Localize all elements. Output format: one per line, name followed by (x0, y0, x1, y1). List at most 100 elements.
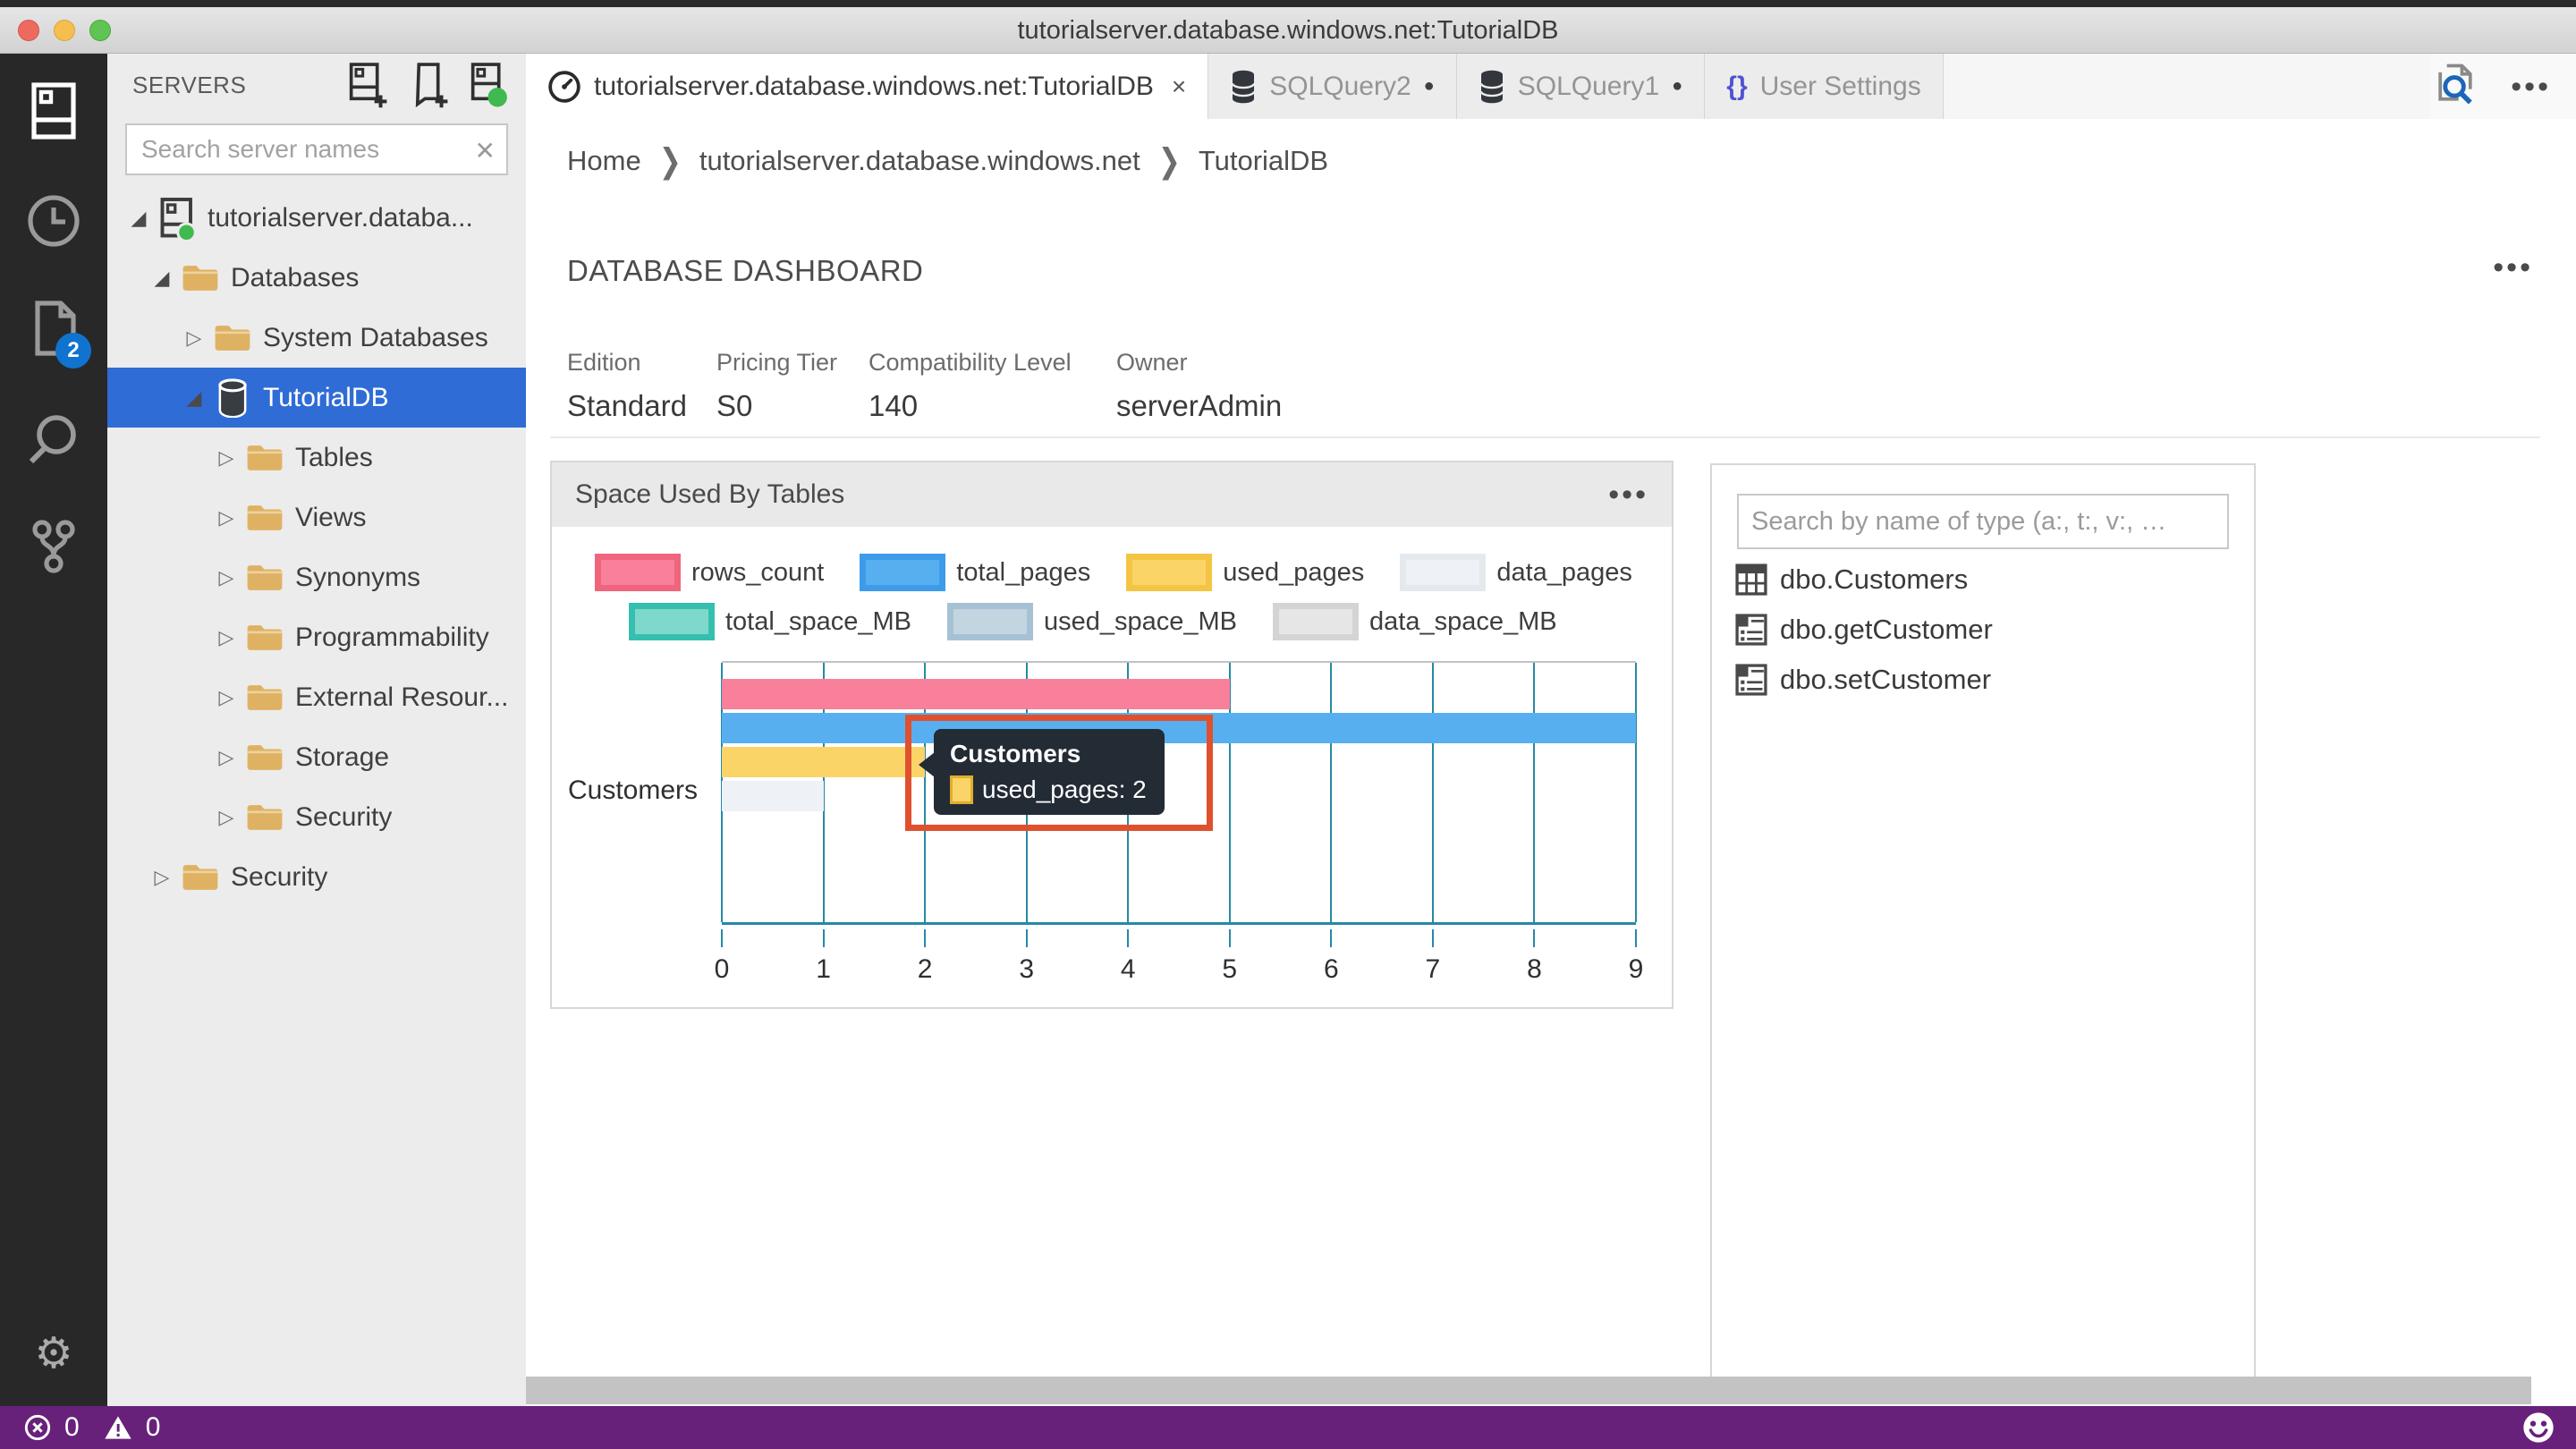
open-editors-icon[interactable]: 2 (0, 299, 107, 358)
tab-label: User Settings (1760, 72, 1921, 102)
tree-item-label: TutorialDB (263, 383, 389, 413)
expand-arrow-icon[interactable]: ▷ (211, 506, 242, 530)
object-search-panel: dbo.Customers dbo.getCustomer dbo.setCusto… (1710, 463, 2256, 1383)
unsaved-changes-dot-icon[interactable]: ● (1672, 76, 1682, 97)
tab-sqlquery1[interactable]: SQLQuery1● (1457, 54, 1706, 119)
tab-label: tutorialserver.database.windows.net:Tuto… (594, 72, 1154, 102)
tab-sqlquery2[interactable]: SQLQuery2● (1208, 54, 1457, 119)
close-tab-icon[interactable]: × (1172, 72, 1186, 101)
tab-bar: tutorialserver.database.windows.net:Tuto… (526, 54, 2576, 119)
breadcrumb-server[interactable]: tutorialserver.database.windows.net (699, 145, 1140, 177)
tree-item-tutorialserver-databa[interactable]: ◢ tutorialserver.databa... (107, 188, 526, 248)
tree-item-security[interactable]: ▷Security (107, 787, 526, 847)
expand-arrow-icon[interactable]: ▷ (179, 326, 209, 350)
clear-search-icon[interactable]: ✕ (475, 136, 496, 165)
folder-icon (181, 258, 220, 298)
feedback-smiley-icon[interactable] (2521, 1410, 2576, 1445)
bar-total_pages (722, 713, 1636, 743)
x-axis-label: 9 (1629, 954, 1644, 985)
settings-gear-icon[interactable]: ⚙ (0, 1333, 107, 1376)
folder-icon (213, 318, 252, 358)
connections-icon[interactable] (0, 80, 107, 141)
tree-item-system-databases[interactable]: ▷System Databases (107, 308, 526, 368)
tree-item-label: Databases (231, 263, 359, 293)
task-history-icon[interactable] (0, 193, 107, 249)
expand-arrow-icon[interactable]: ▷ (211, 806, 242, 829)
dashboard-gauge-icon (547, 70, 581, 104)
tree-item-synonyms[interactable]: ▷Synonyms (107, 547, 526, 607)
tab-user-settings[interactable]: {}User Settings (1705, 54, 1943, 119)
server-search-input[interactable] (125, 123, 508, 175)
tree-item-tables[interactable]: ▷ Tables (107, 428, 526, 487)
tooltip-value: used_pages: 2 (982, 775, 1147, 804)
x-axis-tick (721, 929, 723, 947)
server-search: ✕ (125, 123, 508, 175)
tree-item-storage[interactable]: ▷Storage (107, 727, 526, 787)
horizontal-scrollbar[interactable] (526, 1377, 2531, 1404)
expand-arrow-icon[interactable]: ▷ (211, 446, 242, 470)
x-axis-tick (1432, 929, 1434, 947)
object-item-dbo-customers[interactable]: dbo.Customers (1735, 555, 2254, 605)
expand-arrow-icon[interactable]: ▷ (211, 626, 242, 649)
new-connection-icon[interactable] (347, 62, 388, 108)
folder-icon (181, 858, 220, 897)
server-tree: ◢ tutorialserver.databa... ◢ Databases ▷Syst… (107, 188, 526, 907)
object-search-input[interactable] (1737, 494, 2229, 549)
tooltip-row: used_pages: 2 (950, 775, 1148, 804)
legend-swatch (629, 603, 715, 640)
legend-label: total_pages (956, 558, 1090, 588)
search-icon[interactable] (0, 411, 107, 467)
legend-label: data_space_MB (1369, 607, 1557, 637)
bar-data_pages (722, 781, 824, 811)
dashboard-title: DATABASE DASHBOARD (567, 254, 923, 288)
tree-item-label: Security (231, 862, 327, 893)
chart-panel-more-actions-icon[interactable]: ••• (1608, 479, 1648, 510)
tree-item-security[interactable]: ▷ Security (107, 847, 526, 907)
object-item-dbo-getcustomer[interactable]: dbo.getCustomer (1735, 605, 2254, 655)
y-axis-category-label: Customers (568, 775, 707, 806)
expand-arrow-icon[interactable]: ▷ (211, 566, 242, 589)
collapse-arrow-icon[interactable]: ◢ (147, 267, 177, 290)
x-axis-label: 2 (918, 954, 933, 985)
tree-item-tutorialdb[interactable]: ◢ TutorialDB (107, 368, 526, 428)
expand-arrow-icon[interactable]: ▷ (211, 746, 242, 769)
sidebar-actions (347, 62, 510, 108)
tabs: tutorialserver.database.windows.net:Tuto… (526, 54, 1944, 119)
x-axis-tick (1026, 929, 1028, 947)
editor-more-actions-icon[interactable]: ••• (2511, 72, 2551, 102)
new-server-group-icon[interactable] (408, 62, 449, 108)
collapse-arrow-icon[interactable]: ◢ (179, 386, 209, 410)
dashboard-more-actions-icon[interactable]: ••• (2493, 252, 2533, 283)
expand-arrow-icon[interactable]: ▷ (147, 866, 177, 889)
legend-item-data_pages: data_pages (1400, 554, 1632, 591)
expand-arrow-icon[interactable]: ▷ (211, 686, 242, 709)
error-count: 0 (64, 1412, 80, 1443)
tree-item-label: tutorialserver.databa... (208, 203, 473, 233)
search-documents-icon[interactable] (2430, 59, 2480, 114)
breadcrumb-database[interactable]: TutorialDB (1199, 145, 1328, 177)
editor-area: tutorialserver.database.windows.net:Tuto… (526, 54, 2576, 1406)
x-axis-label: 7 (1426, 954, 1441, 985)
problems-status[interactable]: 0 0 (0, 1412, 160, 1443)
object-item-label: dbo.getCustomer (1780, 614, 1993, 646)
chart-panel-header: Space Used By Tables ••• (552, 462, 1672, 527)
source-control-icon[interactable] (0, 517, 107, 574)
property-compatibility-level: Compatibility Level 140 (869, 349, 1116, 423)
errors-icon (23, 1413, 52, 1442)
tree-item-programmability[interactable]: ▷Programmability (107, 607, 526, 667)
tree-item-views[interactable]: ▷Views (107, 487, 526, 547)
database-properties: Edition Standard Pricing Tier S0 Compati… (567, 349, 1282, 423)
object-item-label: dbo.setCustomer (1780, 664, 1991, 696)
tree-item-databases[interactable]: ◢ Databases (107, 248, 526, 308)
breadcrumb-home[interactable]: Home (567, 145, 641, 177)
tree-item-label: Tables (295, 443, 373, 473)
active-connections-icon[interactable] (469, 62, 510, 108)
tab-tutorialserver-database-windows-net-tutorialdb[interactable]: tutorialserver.database.windows.net:Tuto… (526, 54, 1208, 119)
section-divider (550, 436, 2540, 438)
x-axis-label: 6 (1324, 954, 1339, 985)
tree-item-external-resour[interactable]: ▷External Resour... (107, 667, 526, 727)
collapse-arrow-icon[interactable]: ◢ (123, 207, 154, 230)
object-item-dbo-setcustomer[interactable]: dbo.setCustomer (1735, 655, 2254, 705)
unsaved-changes-dot-icon[interactable]: ● (1424, 76, 1435, 97)
property-edition: Edition Standard (567, 349, 716, 423)
